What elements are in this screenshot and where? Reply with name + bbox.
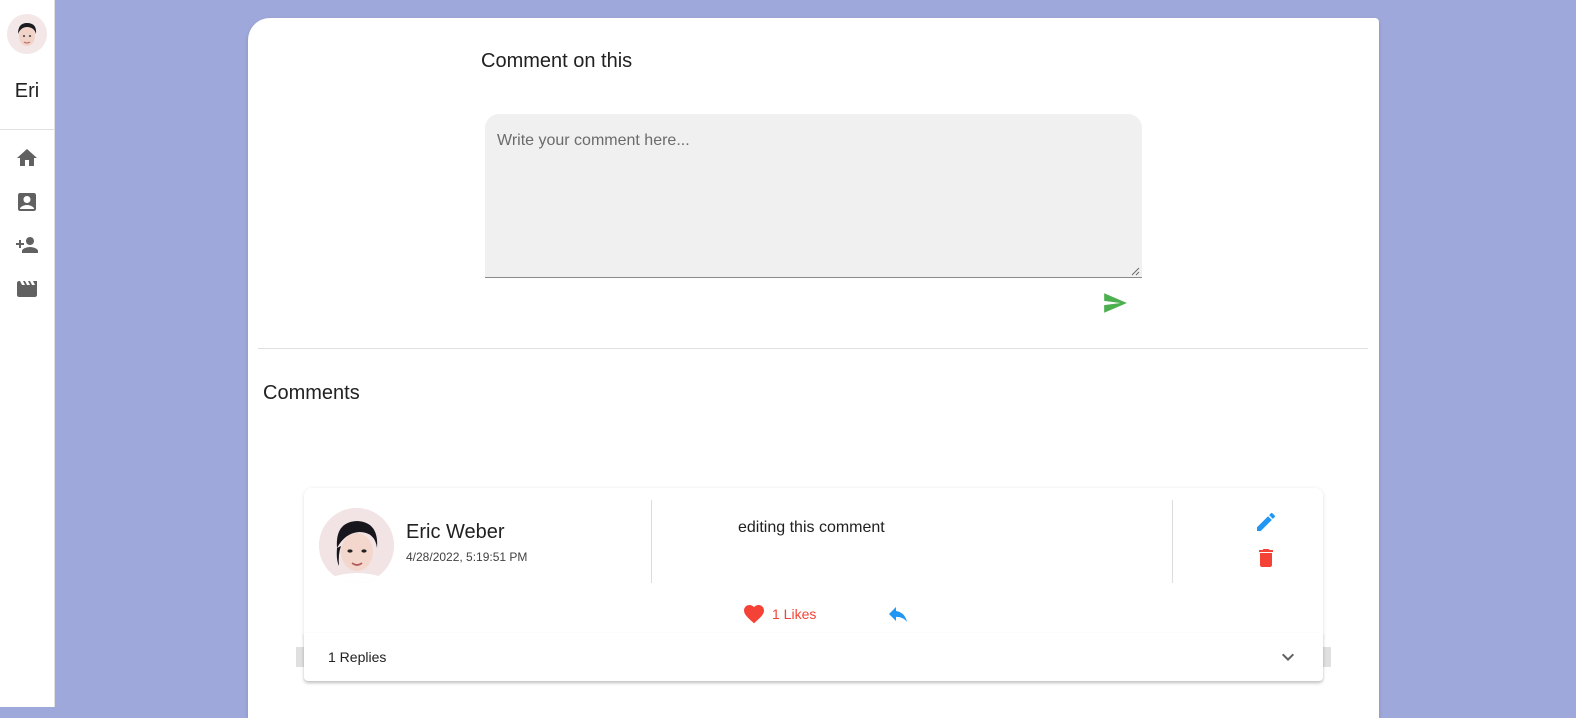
comment-date: 4/28/2022, 5:19:51 PM — [406, 550, 528, 564]
replies-rail-right — [1323, 647, 1331, 667]
comments-heading: Comments — [263, 382, 360, 404]
comment-text: editing this comment — [738, 519, 885, 536]
replies-count: 1 Replies — [328, 649, 387, 665]
comment-item: Eric Weber 4/28/2022, 5:19:51 PM editing… — [304, 488, 1323, 636]
comment-divider-right — [1172, 500, 1173, 583]
sidebar: Eri — [0, 0, 55, 707]
replies-toggle[interactable]: 1 Replies — [304, 633, 1323, 681]
edit-button[interactable] — [1254, 510, 1278, 534]
comment-divider-left — [651, 500, 652, 583]
like-button[interactable]: 1 Likes — [742, 602, 816, 626]
movie-icon[interactable] — [15, 277, 39, 301]
replies-rail-left — [296, 647, 304, 667]
avatar[interactable] — [319, 508, 394, 583]
reply-button[interactable] — [886, 602, 910, 626]
sidebar-user-name: Eri — [14, 80, 40, 102]
comment-input[interactable] — [485, 114, 1142, 278]
trash-icon — [1259, 549, 1273, 567]
resize-grip-icon[interactable] — [1130, 266, 1140, 276]
reply-icon — [889, 607, 907, 622]
send-icon — [1104, 293, 1127, 313]
sidebar-divider — [0, 129, 54, 130]
avatar-image — [319, 508, 394, 583]
send-button[interactable] — [1102, 290, 1128, 316]
contact-card-icon[interactable] — [15, 190, 39, 214]
post-card: Comment on this Comments Eric Weber 4/28… — [248, 18, 1379, 718]
home-icon[interactable] — [15, 146, 39, 170]
avatar-image — [7, 14, 47, 54]
composer-title: Comment on this — [481, 50, 633, 72]
likes-count: 1 Likes — [772, 606, 817, 622]
heart-icon — [744, 605, 764, 624]
person-add-icon[interactable] — [15, 233, 39, 257]
comment-author[interactable]: Eric Weber — [406, 521, 505, 544]
section-divider — [258, 348, 1368, 349]
pencil-icon — [1257, 512, 1276, 531]
chevron-down-icon[interactable] — [1276, 645, 1300, 669]
delete-button[interactable] — [1254, 546, 1278, 570]
avatar[interactable] — [7, 14, 47, 54]
